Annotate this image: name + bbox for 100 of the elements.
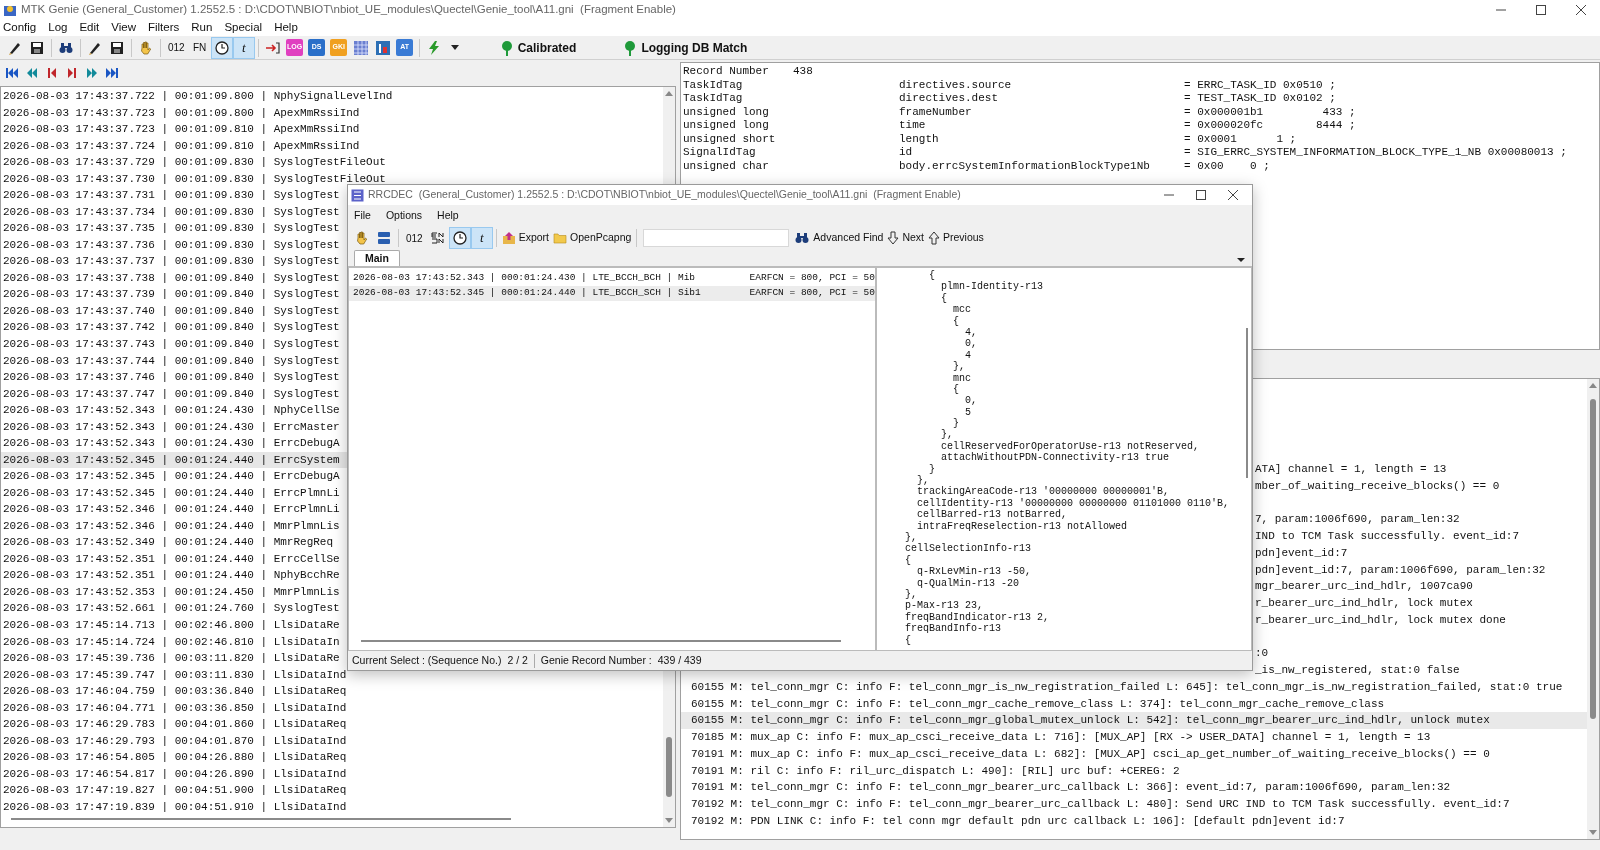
menu-item[interactable]: Config <box>3 19 37 37</box>
menu-item[interactable]: File <box>354 208 371 224</box>
log-row[interactable]: 2026-08-03 17:43:37.729 | 00:01:09.830 | SyslogTestFileOut <box>3 154 386 171</box>
log-row[interactable]: 2026-08-03 17:43:52.349 | 00:01:24.440 | MmrRegReq <box>3 534 334 551</box>
scrollbar[interactable] <box>1587 379 1599 839</box>
arrow-into-icon <box>264 39 281 56</box>
trace-line[interactable]: 70191 M: tel_conn_mgr C: info F: tel_conn_mgr_bearer_urc_callback L: 366]: event_id:7, param:1006f690, param_len:32 <box>681 779 1587 796</box>
menu-item[interactable]: Log <box>48 19 68 37</box>
toolbar-button[interactable] <box>448 227 471 249</box>
menu-item[interactable]: Options <box>385 208 423 224</box>
log-row[interactable]: 2026-08-03 17:47:19.827 | 00:04:51.900 | LlsiDataReq <box>3 782 347 799</box>
log-row[interactable]: 2026-08-03 17:43:52.343 | 00:01:24.430 | ErrcDebugA <box>3 435 340 452</box>
log-row[interactable]: 2026-08-03 17:46:29.793 | 00:04:01.870 | LlsiDataInd <box>3 732 347 750</box>
log-row[interactable]: 2026-08-03 17:43:37.737 | 00:01:09.830 | SyslogTest <box>3 253 340 270</box>
log-row[interactable]: 2026-08-03 17:43:37.723 | 00:01:09.810 | ApexMmRssiInd <box>3 121 360 138</box>
toolbar-button[interactable]: 012 <box>402 227 427 249</box>
log-row[interactable]: 2026-08-03 17:45:39.747 | 00:03:11.830 | LlsiDataInd <box>3 666 347 684</box>
field-name: frameNumber <box>899 105 973 119</box>
log-row[interactable]: 2026-08-03 17:43:52.353 | 00:01:24.450 | MmrPlmnLis <box>3 583 340 601</box>
trace-line: ATA] channel = 1, length = 13 <box>1255 462 1447 478</box>
trace-line[interactable]: 70185 M: mux_ap C: info F: mux_ap_csci_receive_data L: 716]: [MUX_AP] [RX -> USER_DATA] channel = 1, length = 13 <box>681 729 1587 746</box>
record-label: Record Number <box>683 65 770 79</box>
log-row[interactable]: 2026-08-03 17:45:14.713 | 00:02:46.800 | LlsiDataRe <box>3 617 340 634</box>
log-row[interactable]: 2026-08-03 17:46:04.759 | 00:03:36.840 | LlsiDataReq <box>3 683 347 700</box>
menu-item[interactable]: Run <box>191 19 213 37</box>
scrollbar-thumb[interactable] <box>1590 399 1596 719</box>
trace-line[interactable]: 70192 M: tel_conn_mgr C: info F: tel_conn_mgr_bearer_urc_callback L: 480]: Send URC IND to TCM Task successfully. event_id:7 <box>681 796 1587 813</box>
menu-item[interactable]: Edit <box>79 19 100 37</box>
trace-line[interactable]: 70191 M: ril C: info F: ril_urc_dispatch L: 490]: [RIL] urc buf: +CEREG: 2 <box>681 762 1587 780</box>
decoded-line: plmn-Identity-r13 <box>940 281 1044 293</box>
arrow-up-icon <box>928 231 940 245</box>
field-value: = 0x00 0 ; <box>1184 159 1270 173</box>
log-row[interactable]: 2026-08-03 17:43:37.722 | 00:01:09.800 | NphySignalLevelInd <box>3 88 393 105</box>
log-row[interactable]: 2026-08-03 17:43:52.661 | 00:01:24.760 | SyslogTest <box>3 600 340 617</box>
scrollbar-thumb[interactable] <box>11 818 511 821</box>
field-name: body.errcSystemInformationBlockType1Nb <box>899 159 1151 173</box>
tab[interactable]: Main <box>354 250 400 266</box>
log-row[interactable]: 2026-08-03 17:46:04.771 | 00:03:36.850 | LlsiDataInd <box>3 699 347 717</box>
field-type: unsigned short <box>683 132 777 146</box>
toolbar-button[interactable]: Advanced Find <box>792 228 886 248</box>
scrollbar-thumb[interactable] <box>361 640 841 642</box>
decoded-line: p-Max-r13 23, <box>905 600 983 612</box>
log-row[interactable]: 2026-08-03 17:43:37.742 | 00:01:09.840 | SyslogTest <box>3 319 340 336</box>
log-row[interactable]: 2026-08-03 17:43:52.351 | 00:01:24.440 | NphyBcchRe <box>3 567 340 584</box>
log-row[interactable]: 2026-08-03 17:43:52.351 | 00:01:24.440 | ErrcCellSe <box>3 550 340 568</box>
menu-item[interactable]: View <box>111 19 136 37</box>
close-icon <box>1576 5 1586 15</box>
log-row[interactable]: 2026-08-03 17:43:37.730 | 00:01:09.830 | SyslogTestFileOut <box>3 170 386 188</box>
log-row[interactable]: 2026-08-03 17:46:29.783 | 00:04:01.860 | LlsiDataReq <box>3 716 347 733</box>
status-label: Logging DB Match <box>641 39 748 57</box>
log-row[interactable]: 2026-08-03 17:43:37.731 | 00:01:09.830 | SyslogTest <box>3 187 340 204</box>
menu-item[interactable]: Special <box>224 19 263 37</box>
log-row[interactable]: 2026-08-03 17:43:37.747 | 00:01:09.840 | SyslogTest <box>3 385 340 403</box>
decoded-line: { <box>940 292 947 305</box>
log-row[interactable]: 2026-08-03 17:45:39.736 | 00:03:11.820 | LlsiDataRe <box>3 650 340 667</box>
message-row[interactable]: 2026-08-03 17:43:52.345 | 000:01:24.440 | LTE_BCCH_SCH | Sib1 <box>349 286 750 301</box>
log-row[interactable]: 2026-08-03 17:43:52.346 | 00:01:24.440 | MmrPlmnLis <box>3 517 340 535</box>
scrollbar-thumb[interactable] <box>666 737 672 797</box>
menu-item[interactable]: Help <box>274 19 298 37</box>
log-row[interactable]: 2026-08-03 17:46:54.817 | 00:04:26.890 | LlsiDataInd <box>3 765 347 783</box>
log-row[interactable]: 2026-08-03 17:46:54.805 | 00:04:26.880 | LlsiDataReq <box>3 749 347 766</box>
log-row[interactable]: 2026-08-03 17:43:37.724 | 00:01:09.810 | ApexMmRssiInd <box>3 137 360 155</box>
skip-back-icon <box>4 65 20 81</box>
log-row[interactable]: 2026-08-03 17:45:14.724 | 00:02:46.810 | LlsiDataIn <box>3 633 340 651</box>
toolbar-button[interactable]: OpenPcapng <box>551 228 634 248</box>
log-row[interactable]: 2026-08-03 17:43:37.740 | 00:01:09.840 | SyslogTest <box>3 302 340 320</box>
log-row[interactable]: 2026-08-03 17:43:37.735 | 00:01:09.830 | SyslogTest <box>3 220 340 237</box>
log-row[interactable]: 2026-08-03 17:43:37.744 | 00:01:09.840 | SyslogTest <box>3 352 340 369</box>
log-row[interactable]: 2026-08-03 17:43:37.736 | 00:01:09.830 | SyslogTest <box>3 236 340 254</box>
log-row[interactable]: 2026-08-03 17:43:52.345 | 00:01:24.440 | ErrcDebugA <box>3 468 340 485</box>
trace-line[interactable]: 70192 M: PDN LINK C: info F: tel conn mgr default pdn urc callback L: 106]: [default pdn]event id:7 <box>681 812 1587 830</box>
log-row[interactable]: 2026-08-03 17:43:52.346 | 00:01:24.440 | ErrcPlmnLi <box>3 501 340 518</box>
trace-line[interactable]: 60155 M: tel_conn_mgr C: info F: tel_conn_mgr_cache_remove_class L: 374]: tel_conn_mgr_cache_remove_class <box>681 695 1587 713</box>
message-row[interactable]: 2026-08-03 17:43:52.343 | 000:01:24.430 | LTE_BCCH_BCH | Mib <box>349 271 750 286</box>
trace-line[interactable]: 60155 M: tel_conn_mgr C: info F: tel_conn_mgr_is_nw_registration_failed L: 645]: tel_conn_mgr_is_nw_registration_failed, stat:0 true <box>681 678 1587 696</box>
log-row[interactable]: 2026-08-03 17:43:52.345 | 00:01:24.440 | ErrcPlmnLi <box>3 484 340 502</box>
log-row[interactable]: 2026-08-03 17:43:52.343 | 00:01:24.430 | ErrcMaster <box>3 418 340 436</box>
toolbar-button[interactable]: 012 <box>164 36 189 59</box>
menu-item[interactable]: Help <box>437 208 459 224</box>
toolbar-button[interactable]: Export <box>499 228 552 248</box>
toolbar-button[interactable]: Next <box>885 228 926 248</box>
toolbar-button[interactable]: t <box>470 227 493 249</box>
toolbar-button[interactable]: Previous <box>926 228 986 248</box>
trace-line[interactable]: 70191 M: mux_ap C: info F: mux_ap_csci_receive_data L: 682]: [MUX_AP] csci_ap_get_number_of_waiting_receive_blocks() == 0 <box>681 745 1587 763</box>
log-row[interactable]: 2026-08-03 17:43:37.723 | 00:01:09.800 | ApexMmRssiInd <box>3 104 360 122</box>
toolbar-button[interactable] <box>210 36 233 59</box>
clock-icon <box>213 39 230 56</box>
log-row[interactable]: 2026-08-03 17:47:19.839 | 00:04:51.910 | LlsiDataInd <box>3 798 347 816</box>
scrollbar-thumb[interactable] <box>1246 328 1248 478</box>
log-row[interactable]: 2026-08-03 17:43:37.738 | 00:01:09.840 | SyslogTest <box>3 269 340 287</box>
log-row[interactable]: 2026-08-03 17:43:37.734 | 00:01:09.830 | SyslogTest <box>3 203 340 221</box>
log-row[interactable]: 2026-08-03 17:43:52.343 | 00:01:24.430 | NphyCellSe <box>3 402 340 419</box>
log-row[interactable]: 2026-08-03 17:43:37.739 | 00:01:09.840 | SyslogTest <box>3 286 340 303</box>
search-field[interactable] <box>643 229 790 247</box>
clock-icon <box>451 230 468 246</box>
log-row[interactable]: 2026-08-03 17:43:37.743 | 00:01:09.840 | SyslogTest <box>3 336 340 353</box>
toolbar-button[interactable]: t <box>232 36 255 59</box>
toolbar-button[interactable]: FN <box>188 36 211 59</box>
menu-item[interactable]: Filters <box>148 19 180 37</box>
log-row[interactable]: 2026-08-03 17:43:37.746 | 00:01:09.840 | SyslogTest <box>3 369 340 386</box>
